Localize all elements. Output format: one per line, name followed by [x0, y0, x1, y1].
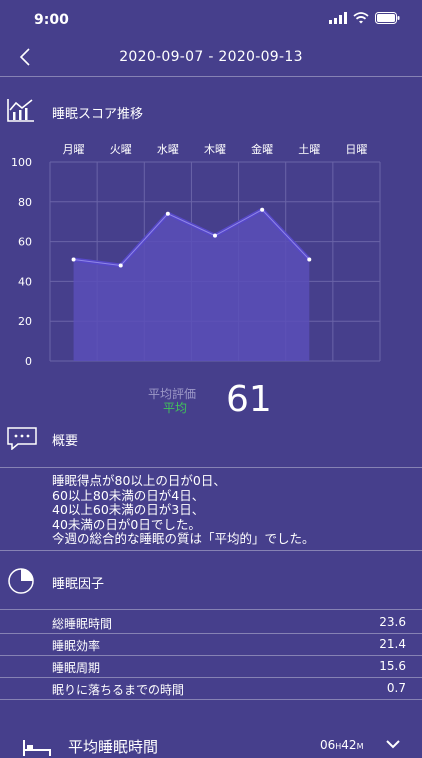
- factor-value: 21.4: [379, 637, 406, 651]
- x-tick-label: 日曜: [345, 143, 367, 156]
- average-sleep-time-title: 平均睡眠時間: [68, 738, 159, 756]
- cellular-signal-icon: [329, 12, 347, 24]
- average-score: 平均評価 平均 61: [0, 380, 422, 424]
- trend-chart-icon: [7, 99, 34, 122]
- date-range-title: 2020-09-07 - 2020-09-13: [119, 49, 303, 65]
- y-tick-label: 80: [18, 196, 32, 209]
- factor-value: 15.6: [379, 659, 406, 673]
- average-score-value: 61: [226, 379, 272, 420]
- trend-section-title: 睡眠スコア推移: [52, 107, 144, 122]
- chart-svg: 0 20 40 60 80 100 月曜 火曜 水曜 木曜 金曜 土曜 日曜: [11, 142, 381, 368]
- series-area: [73, 209, 310, 361]
- nav-bar: 2020-09-07 - 2020-09-13: [0, 40, 422, 74]
- status-bar: 9:00: [0, 0, 422, 40]
- factors-divider: [0, 609, 422, 610]
- y-tick-label: 40: [18, 275, 32, 288]
- bed-icon: [23, 740, 51, 756]
- factor-value: 0.7: [386, 681, 406, 695]
- factor-name: 眠りに落ちるまでの時間: [52, 683, 185, 697]
- data-point: [165, 211, 170, 216]
- factor-row: 総睡眠時間 23.6: [0, 611, 422, 634]
- x-tick-label: 月曜: [63, 143, 85, 156]
- status-time: 9:00: [34, 12, 69, 28]
- data-point: [118, 263, 123, 268]
- x-tick-label: 火曜: [110, 143, 132, 156]
- summary-bottom-divider: [0, 550, 422, 551]
- data-point: [260, 207, 265, 212]
- x-tick-label: 土曜: [298, 143, 320, 156]
- status-icons: [329, 12, 400, 24]
- battery-icon: [375, 12, 400, 24]
- factor-row: 眠りに落ちるまでの時間 0.7: [0, 677, 422, 700]
- factor-name: 総睡眠時間: [52, 617, 113, 631]
- average-score-grade: 平均: [163, 401, 188, 415]
- header-divider: [0, 76, 422, 77]
- factor-value: 23.6: [379, 615, 406, 629]
- data-point: [71, 257, 76, 262]
- y-tick-label: 20: [18, 315, 32, 328]
- factor-row: 睡眠周期 15.6: [0, 655, 422, 678]
- y-tick-label: 0: [25, 355, 32, 368]
- factor-name: 睡眠周期: [52, 661, 101, 675]
- x-tick-label: 水曜: [157, 143, 179, 156]
- factor-row: 睡眠効率 21.4: [0, 633, 422, 656]
- factors-section-title: 睡眠因子: [52, 577, 105, 592]
- wifi-icon: [353, 12, 369, 24]
- x-tick-label: 木曜: [204, 143, 226, 156]
- factor-name: 睡眠効率: [52, 639, 101, 653]
- summary-section-title: 概要: [52, 434, 79, 449]
- speech-bubble-icon: [7, 427, 37, 450]
- chevron-down-icon[interactable]: [385, 738, 401, 750]
- summary-text: 睡眠得点が80以上の日が0日、 60以上80未満の日が4日、 40以上60未満の…: [52, 473, 315, 547]
- data-point: [213, 233, 217, 238]
- x-tick-label: 金曜: [251, 142, 273, 156]
- sleep-score-chart: 0 20 40 60 80 100 月曜 火曜 水曜 木曜 金曜 土曜 日曜: [0, 138, 422, 373]
- data-point: [307, 257, 312, 262]
- average-sleep-time-card[interactable]: 平均睡眠時間 06H42M: [0, 726, 422, 756]
- y-tick-label: 60: [18, 236, 32, 249]
- summary-divider: [0, 467, 422, 468]
- pie-chart-icon: [8, 568, 34, 594]
- y-tick-label: 100: [11, 156, 32, 169]
